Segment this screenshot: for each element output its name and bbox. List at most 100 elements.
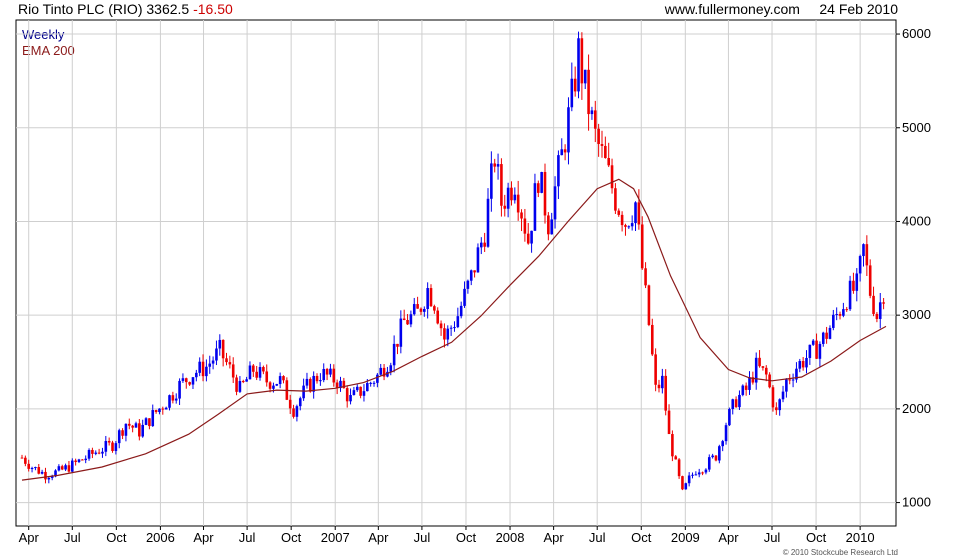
candle-body [419, 308, 423, 312]
candle-body [67, 465, 71, 472]
candle-body [77, 459, 81, 462]
candle-body [221, 339, 225, 359]
candle-body [198, 361, 201, 373]
candle-body [322, 368, 326, 381]
candle-body [238, 381, 242, 392]
x-tick-label: 2010 [846, 530, 875, 545]
y-tick-label: 5000 [902, 120, 931, 135]
candle-body [701, 472, 704, 474]
candle-body [811, 340, 815, 345]
candle-body [610, 165, 614, 189]
candle-body [805, 357, 808, 368]
candle-body [781, 391, 785, 400]
candle-body [711, 455, 714, 458]
candle-body [81, 459, 84, 461]
candle-body [141, 424, 144, 437]
x-tick-label: Jul [64, 530, 81, 545]
candle-body [241, 381, 245, 383]
candle-body [319, 380, 322, 382]
candle-body [647, 285, 651, 325]
candle-body [27, 463, 31, 469]
candle-body [174, 398, 178, 401]
candle-body [84, 458, 87, 461]
candle-body [262, 367, 265, 372]
candle-body [677, 459, 681, 477]
candle-body [131, 425, 134, 428]
candle-body [543, 172, 547, 216]
candle-body [268, 382, 272, 389]
candle-body [228, 362, 232, 365]
candle-body [376, 374, 379, 383]
candle-body [205, 366, 208, 377]
candle-body [349, 395, 352, 402]
candle-body [604, 145, 607, 159]
candle-body [188, 382, 191, 385]
candle-body [355, 386, 359, 391]
candle-body [94, 452, 98, 454]
candle-body [426, 288, 429, 309]
candle-body [70, 460, 74, 472]
candle-body [473, 270, 476, 273]
candle-body [37, 467, 41, 474]
candle-body [466, 280, 470, 289]
candle-body [862, 244, 865, 257]
candle-body [389, 365, 393, 372]
x-tick-label: Oct [281, 530, 302, 545]
candle-body [728, 409, 731, 426]
candle-body [775, 407, 778, 411]
candle-body [64, 465, 67, 470]
candle-body [104, 441, 108, 452]
candle-body [282, 376, 285, 381]
candle-body [392, 343, 396, 366]
candle-body [634, 202, 637, 224]
copyright-notice: © 2010 Stockcube Research Ltd [782, 548, 898, 557]
candle-body [842, 309, 845, 316]
candle-body [697, 472, 701, 475]
candle-body [838, 314, 842, 316]
candle-body [731, 399, 735, 410]
candle-body [275, 384, 279, 386]
candle-body [560, 149, 564, 156]
candle-body [476, 247, 480, 273]
candle-body [312, 375, 315, 392]
candle-body [687, 475, 691, 484]
candle-body [644, 268, 647, 286]
candle-body [808, 344, 812, 358]
candle-body [295, 406, 299, 417]
candle-body [446, 328, 450, 340]
candle-body [878, 302, 882, 319]
candle-body [248, 365, 252, 380]
candle-body [181, 378, 185, 381]
candle-body [117, 430, 121, 444]
candle-body [20, 457, 24, 459]
candle-body [352, 390, 356, 396]
candle-body [825, 332, 828, 339]
candle-body [44, 471, 47, 480]
candle-body [496, 164, 500, 167]
candle-body [30, 468, 34, 470]
candle-body [533, 183, 537, 231]
candle-body [855, 273, 859, 291]
candle-body [302, 385, 305, 399]
candle-body [587, 69, 590, 115]
candle-body [265, 371, 269, 383]
candle-body [433, 306, 436, 311]
candle-body [396, 343, 399, 347]
candle-body [788, 379, 792, 381]
y-tick-label: 3000 [902, 307, 931, 322]
candle-body [577, 38, 580, 92]
candle-body [490, 163, 493, 199]
x-tick-label: Apr [193, 530, 214, 545]
candle-body [483, 242, 486, 247]
candle-body [91, 449, 94, 454]
candle-body [516, 194, 520, 213]
candle-body [821, 332, 825, 344]
candle-body [423, 308, 426, 312]
candle-body [758, 357, 761, 367]
candle-body [449, 327, 453, 329]
x-tick-label: Apr [19, 530, 40, 545]
candle-body [540, 172, 543, 193]
x-tick-label: Jul [764, 530, 781, 545]
candle-body [292, 408, 295, 417]
candle-body [848, 280, 852, 310]
